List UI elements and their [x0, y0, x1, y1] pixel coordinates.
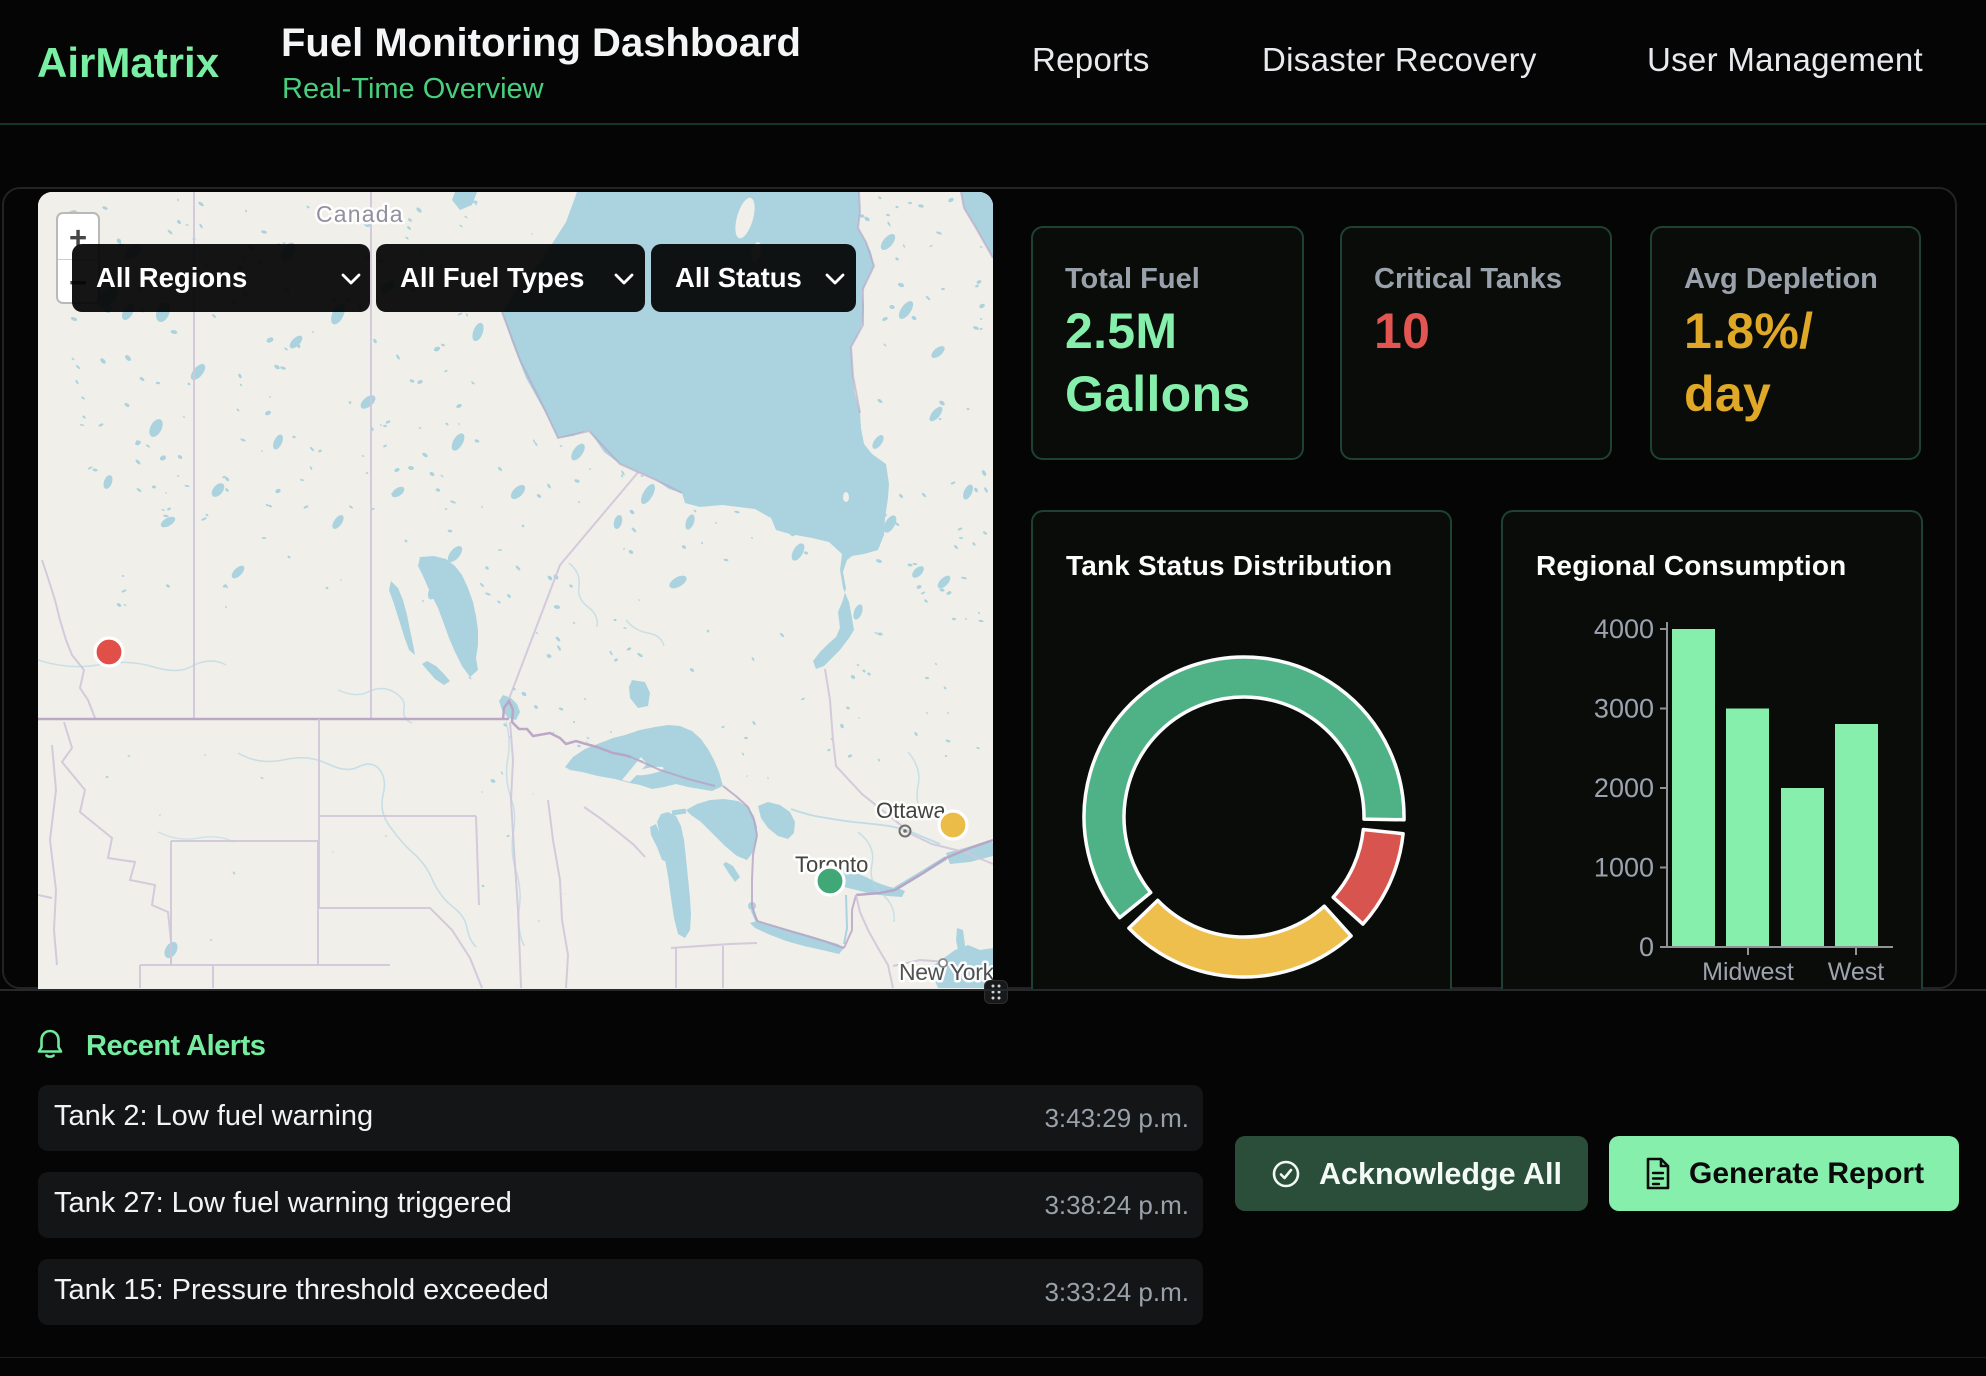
- svg-text:Ottawa: Ottawa: [876, 798, 946, 823]
- svg-text:4000: 4000: [1594, 614, 1654, 644]
- svg-text:3000: 3000: [1594, 694, 1654, 724]
- svg-text:0: 0: [1639, 932, 1654, 962]
- svg-text:Midwest: Midwest: [1702, 958, 1794, 986]
- svg-text:2000: 2000: [1594, 773, 1654, 803]
- svg-text:West: West: [1828, 958, 1885, 986]
- svg-text:Canada: Canada: [316, 201, 404, 227]
- svg-text:1000: 1000: [1594, 853, 1654, 883]
